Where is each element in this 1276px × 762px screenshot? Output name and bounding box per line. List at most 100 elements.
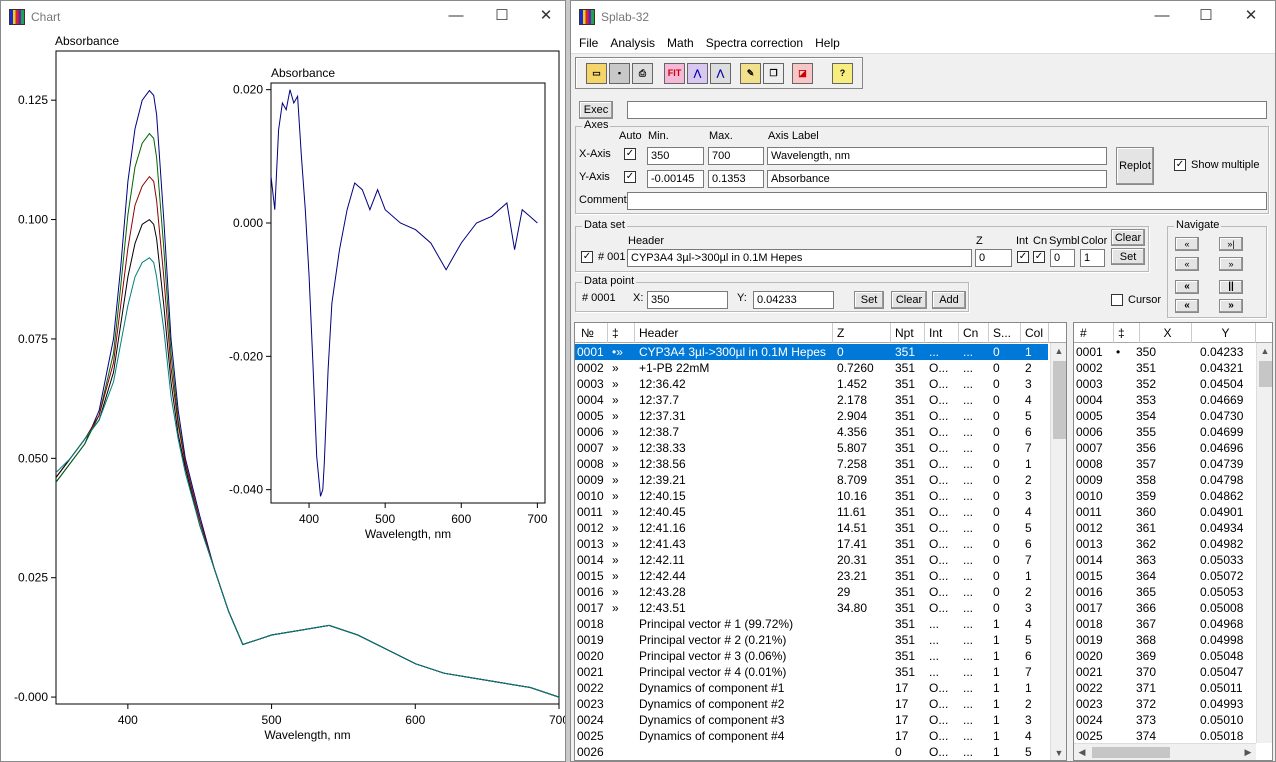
nav-last-button[interactable]: »| bbox=[1219, 237, 1243, 251]
spectra-table-row[interactable]: 0017 » 12:43.51 34.80 351 O...... 0 3 bbox=[575, 600, 1048, 616]
points-table-row[interactable]: 0021 370 0.05047 bbox=[1074, 664, 1254, 680]
spectra-table-row[interactable]: 0023 Dynamics of component #2 17 O...... 1 2 bbox=[575, 696, 1048, 712]
points-header-cell[interactable]: X bbox=[1140, 323, 1192, 343]
minimize-button[interactable]: — bbox=[1139, 1, 1185, 32]
maximize-button[interactable]: ☐ bbox=[1183, 1, 1229, 32]
spectra-table-scrollbar[interactable]: ▲ ▼ bbox=[1050, 343, 1066, 760]
spectra-table-row[interactable]: 0016 » 12:43.28 29 351 O...... 0 2 bbox=[575, 584, 1048, 600]
points-table-row[interactable]: 0016 365 0.05053 bbox=[1074, 584, 1254, 600]
dataset-visible-checkbox[interactable]: ✓ bbox=[581, 251, 593, 263]
points-table-row[interactable]: 0003 352 0.04504 bbox=[1074, 376, 1254, 392]
points-table-row[interactable]: 0001 • 350 0.04233 bbox=[1074, 344, 1254, 360]
spectra-header-cell[interactable]: Header bbox=[635, 323, 833, 343]
points-table-row[interactable]: 0017 366 0.05008 bbox=[1074, 600, 1254, 616]
x-axis-label-input[interactable]: Wavelength, nm bbox=[767, 147, 1107, 165]
points-header-cell[interactable]: ‡ bbox=[1114, 323, 1140, 343]
menu-help[interactable]: Help bbox=[809, 36, 846, 50]
x-min-input[interactable]: 350 bbox=[647, 147, 704, 165]
replot-button[interactable]: Replot bbox=[1116, 147, 1154, 185]
y-auto-checkbox[interactable]: ✓ bbox=[624, 171, 636, 183]
spectra-table-row[interactable]: 0004 » 12:37.7 2.178 351 O...... 0 4 bbox=[575, 392, 1048, 408]
cursor-checkbox[interactable] bbox=[1111, 294, 1123, 306]
nav-prev-button[interactable]: « bbox=[1175, 257, 1199, 271]
points-table-row[interactable]: 0019 368 0.04998 bbox=[1074, 632, 1254, 648]
spectra-header-cell[interactable]: Int bbox=[925, 323, 959, 343]
eraser-icon[interactable]: ◪ bbox=[792, 63, 813, 84]
scroll-thumb[interactable] bbox=[1053, 361, 1066, 439]
spectra-table-row[interactable]: 0011 » 12:40.45 11.61 351 O...... 0 4 bbox=[575, 504, 1048, 520]
datapoint-y-input[interactable]: 0.04233 bbox=[753, 291, 834, 309]
close-button[interactable]: ✕ bbox=[523, 1, 565, 32]
spectra-table-row[interactable]: 0002 » +1-PB 22mM 0.7260 351 O...... 0 2 bbox=[575, 360, 1048, 376]
datapoint-clear-button[interactable]: Clear bbox=[891, 291, 927, 309]
nav-pause-button[interactable]: || bbox=[1219, 280, 1243, 294]
spectra-table-row[interactable]: 0007 » 12:38.33 5.807 351 O...... 0 7 bbox=[575, 440, 1048, 456]
points-table-row[interactable]: 0011 360 0.04901 bbox=[1074, 504, 1254, 520]
spectra-table-row[interactable]: 0014 » 12:42.11 20.31 351 O...... 0 7 bbox=[575, 552, 1048, 568]
dataset-set-button[interactable]: Set bbox=[1111, 248, 1145, 265]
points-table-row[interactable]: 0015 364 0.05072 bbox=[1074, 568, 1254, 584]
maximize-button[interactable]: ☐ bbox=[479, 1, 525, 32]
points-table-row[interactable]: 0005 354 0.04730 bbox=[1074, 408, 1254, 424]
spectra-table-row[interactable]: 0009 » 12:39.21 8.709 351 O...... 0 2 bbox=[575, 472, 1048, 488]
copy-icon[interactable]: ❐ bbox=[763, 63, 784, 84]
spectra-table-row[interactable]: 0019 Principal vector # 2 (0.21%) 351.....… bbox=[575, 632, 1048, 648]
points-table-scrollbar[interactable]: ▲ bbox=[1256, 343, 1272, 743]
scroll-right-icon[interactable]: ▶ bbox=[1240, 744, 1256, 760]
spectra-table-row[interactable]: 0015 » 12:42.44 23.21 351 O...... 0 1 bbox=[575, 568, 1048, 584]
points-table-row[interactable]: 0012 361 0.04934 bbox=[1074, 520, 1254, 536]
spectra-table-row[interactable]: 0022 Dynamics of component #1 17 O...... 1 1 bbox=[575, 680, 1048, 696]
scroll-left-icon[interactable]: ◀ bbox=[1074, 744, 1090, 760]
datapoint-set-button[interactable]: Set bbox=[854, 291, 884, 309]
spectra-table-row[interactable]: 0003 » 12:36.42 1.452 351 O...... 0 3 bbox=[575, 376, 1048, 392]
exec-button[interactable]: Exec bbox=[579, 101, 613, 119]
spectra-table-row[interactable]: 0026 0 O...... 1 5 bbox=[575, 744, 1048, 760]
points-table-row[interactable]: 0022 371 0.05011 bbox=[1074, 680, 1254, 696]
scroll-up-icon[interactable]: ▲ bbox=[1257, 343, 1272, 359]
y-max-input[interactable]: 0.1353 bbox=[708, 170, 764, 188]
points-table-row[interactable]: 0014 363 0.05033 bbox=[1074, 552, 1254, 568]
spectrum-icon[interactable]: ⋀ bbox=[687, 63, 708, 84]
points-table-row[interactable]: 0020 369 0.05048 bbox=[1074, 648, 1254, 664]
pencil-icon[interactable]: ✎ bbox=[740, 63, 761, 84]
spectra-table-row[interactable]: 0010 » 12:40.15 10.16 351 O...... 0 3 bbox=[575, 488, 1048, 504]
spectra-header-cell[interactable]: ‡ bbox=[608, 323, 635, 343]
menu-spectra-correction[interactable]: Spectra correction bbox=[700, 36, 809, 50]
points-table-row[interactable]: 0008 357 0.04739 bbox=[1074, 456, 1254, 472]
close-button[interactable]: ✕ bbox=[1228, 1, 1274, 32]
points-table-row[interactable]: 0013 362 0.04982 bbox=[1074, 536, 1254, 552]
nav-forward-button[interactable]: » bbox=[1219, 299, 1243, 313]
points-table-row[interactable]: 0025 374 0.05018 bbox=[1074, 728, 1254, 744]
points-table-hscrollbar[interactable]: ◀ ▶ bbox=[1074, 743, 1256, 760]
help-icon[interactable]: ? bbox=[832, 63, 853, 84]
nav-prev-point-button[interactable]: « bbox=[1175, 280, 1199, 294]
menu-file[interactable]: File bbox=[573, 36, 604, 50]
spectra-header-cell[interactable]: Z bbox=[833, 323, 891, 343]
points-table-row[interactable]: 0023 372 0.04993 bbox=[1074, 696, 1254, 712]
scroll-down-icon[interactable]: ▼ bbox=[1051, 745, 1066, 760]
points-table-row[interactable]: 0018 367 0.04968 bbox=[1074, 616, 1254, 632]
x-max-input[interactable]: 700 bbox=[708, 147, 764, 165]
dataset-header-input[interactable]: CYP3A4 3µl->300µl in 0.1M Hepes bbox=[627, 249, 972, 267]
dataset-int-checkbox[interactable]: ✓ bbox=[1017, 251, 1029, 263]
menu-analysis[interactable]: Analysis bbox=[604, 36, 661, 50]
dataset-z-input[interactable]: 0 bbox=[975, 249, 1012, 267]
datapoint-add-button[interactable]: Add bbox=[932, 291, 966, 309]
spectra-header-cell[interactable]: № bbox=[577, 323, 608, 343]
spectra-table[interactable]: № ‡ Header Z Npt Int Cn S... Col 0001 •» CYP3A4 3µ… bbox=[574, 322, 1067, 761]
spectra-table-row[interactable]: 0008 » 12:38.56 7.258 351 O...... 0 1 bbox=[575, 456, 1048, 472]
points-header-cell[interactable]: Y bbox=[1192, 323, 1256, 343]
points-table-row[interactable]: 0007 356 0.04696 bbox=[1074, 440, 1254, 456]
show-multiple-checkbox[interactable]: ✓ bbox=[1174, 159, 1186, 171]
points-table-row[interactable]: 0010 359 0.04862 bbox=[1074, 488, 1254, 504]
points-table-row[interactable]: 0024 373 0.05010 bbox=[1074, 712, 1254, 728]
spectra-table-row[interactable]: 0012 » 12:41.16 14.51 351 O...... 0 5 bbox=[575, 520, 1048, 536]
scroll-thumb[interactable] bbox=[1259, 361, 1272, 387]
spectrum-sum-icon[interactable]: ⋀ bbox=[710, 63, 731, 84]
dataset-color-input[interactable]: 1 bbox=[1080, 249, 1105, 267]
save-disk-icon[interactable]: ▪ bbox=[609, 63, 630, 84]
points-header-cell[interactable]: # bbox=[1076, 323, 1114, 343]
menu-math[interactable]: Math bbox=[661, 36, 700, 50]
spectra-table-row[interactable]: 0013 » 12:41.43 17.41 351 O...... 0 6 bbox=[575, 536, 1048, 552]
nav-next-button[interactable]: » bbox=[1219, 257, 1243, 271]
